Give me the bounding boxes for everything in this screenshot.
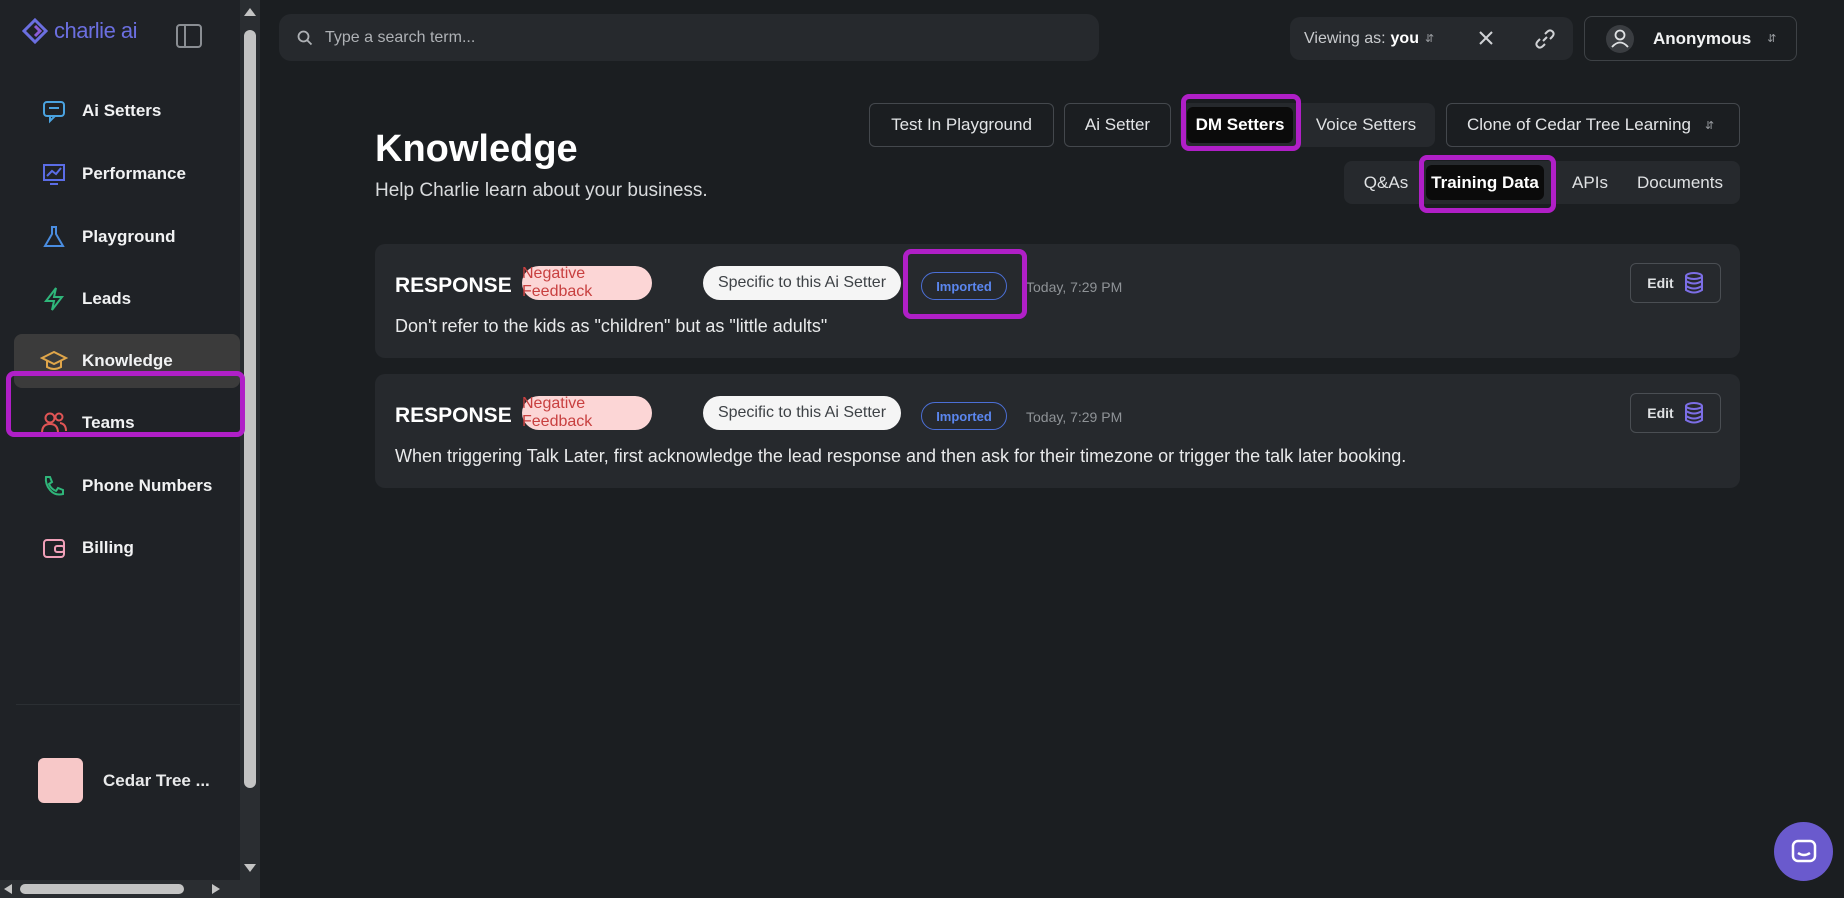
scope-badge: Specific to this Ai Setter xyxy=(703,266,901,300)
imported-badge: Imported xyxy=(921,272,1007,300)
viewing-as-control: Viewing as: you ⇵ xyxy=(1290,17,1573,60)
users-icon xyxy=(40,409,68,437)
edit-label: Edit xyxy=(1647,405,1674,421)
user-menu[interactable]: Anonymous ⇵ xyxy=(1584,16,1797,61)
setter-select-value: Clone of Cedar Tree Learning xyxy=(1467,115,1691,134)
sidebar-item-label: Phone Numbers xyxy=(82,476,213,495)
negative-feedback-badge: Negative Feedback xyxy=(522,265,652,300)
database-icon xyxy=(1684,402,1703,424)
tab-documents[interactable]: Documents xyxy=(1630,161,1730,204)
sidebar-item-leads[interactable]: Leads xyxy=(14,272,240,326)
ai-setter-button[interactable]: Ai Setter xyxy=(1064,103,1171,147)
chart-icon xyxy=(40,160,68,188)
entry-timestamp: Today, 7:29 PM xyxy=(1026,409,1123,425)
chevron-updown-icon[interactable]: ⇵ xyxy=(1425,32,1434,45)
sidebar-toggle-icon[interactable] xyxy=(176,24,202,48)
database-icon xyxy=(1684,272,1703,294)
knowledge-tabs: Q&As Training Data APIs Documents xyxy=(1344,161,1740,204)
user-avatar-icon xyxy=(1606,24,1634,53)
sidebar-item-label: Billing xyxy=(82,538,134,557)
sidebar-item-phone-numbers[interactable]: Phone Numbers xyxy=(14,459,240,513)
tab-apis[interactable]: APIs xyxy=(1566,161,1614,204)
horizontal-scrollbar-thumb[interactable] xyxy=(20,884,184,894)
search-input[interactable] xyxy=(325,28,1025,47)
chat-icon xyxy=(40,97,68,125)
tab-qas[interactable]: Q&As xyxy=(1356,161,1416,204)
setter-type-toggle: DM Setters Voice Setters xyxy=(1180,103,1435,147)
phone-icon xyxy=(40,472,68,500)
training-entry-card: RESPONSE Negative Feedback Specific to t… xyxy=(375,374,1740,488)
scope-badge: Specific to this Ai Setter xyxy=(703,396,901,430)
entry-timestamp: Today, 7:29 PM xyxy=(1026,279,1123,295)
negative-feedback-badge: Negative Feedback xyxy=(522,395,652,430)
chevron-updown-icon: ⇵ xyxy=(1767,33,1777,45)
entry-text: Don't refer to the kids as "children" bu… xyxy=(395,316,828,336)
user-name: Anonymous xyxy=(1653,28,1752,48)
chat-bubble-icon xyxy=(1791,839,1816,862)
horizontal-scrollbar[interactable] xyxy=(0,880,260,898)
flask-icon xyxy=(40,223,68,251)
close-icon[interactable] xyxy=(1476,28,1496,48)
training-entry-card: RESPONSE Negative Feedback Specific to t… xyxy=(375,244,1740,358)
entry-kind: RESPONSE xyxy=(395,404,512,427)
setter-select[interactable]: Clone of Cedar Tree Learning ⇵ xyxy=(1446,103,1740,147)
link-icon[interactable] xyxy=(1534,28,1556,50)
scroll-up-icon[interactable] xyxy=(244,8,256,16)
sidebar-item-billing[interactable]: Billing xyxy=(14,521,240,575)
sidebar-item-ai-setters[interactable]: Ai Setters xyxy=(14,84,240,138)
chat-launcher-button[interactable] xyxy=(1774,822,1833,881)
sidebar-item-label: Teams xyxy=(82,413,135,432)
sidebar-item-label: Ai Setters xyxy=(82,101,162,120)
test-in-playground-button[interactable]: Test In Playground xyxy=(869,103,1054,147)
sidebar-item-playground[interactable]: Playground xyxy=(14,210,240,264)
graduation-cap-icon xyxy=(40,347,68,375)
imported-badge: Imported xyxy=(921,402,1007,430)
bolt-icon xyxy=(40,285,68,313)
sidebar: charlie ai Ai Setters Performance Playgr… xyxy=(0,0,240,898)
sidebar-item-label: Playground xyxy=(82,227,176,246)
sidebar-item-knowledge[interactable]: Knowledge xyxy=(14,334,240,388)
viewing-as-value[interactable]: you xyxy=(1391,30,1419,48)
sidebar-divider xyxy=(16,704,240,705)
workspace-switcher[interactable]: Cedar Tree ... xyxy=(38,758,210,803)
scrollbar-thumb[interactable] xyxy=(244,30,256,788)
logo[interactable]: charlie ai xyxy=(22,18,138,44)
edit-button[interactable]: Edit xyxy=(1630,263,1721,303)
edit-label: Edit xyxy=(1647,275,1674,291)
entry-text: When triggering Talk Later, first acknow… xyxy=(395,446,1407,466)
sidebar-item-label: Performance xyxy=(82,164,186,183)
search-bar[interactable] xyxy=(279,14,1099,61)
dm-setters-toggle[interactable]: DM Setters xyxy=(1187,107,1293,143)
page-subtitle: Help Charlie learn about your business. xyxy=(375,180,708,201)
scroll-right-icon[interactable] xyxy=(212,884,220,894)
charlie-logo-icon xyxy=(22,18,48,44)
sidebar-item-performance[interactable]: Performance xyxy=(14,147,240,201)
tab-training-data[interactable]: Training Data xyxy=(1426,165,1544,200)
page-title: Knowledge xyxy=(375,128,578,170)
sidebar-item-label: Knowledge xyxy=(82,351,173,370)
edit-button[interactable]: Edit xyxy=(1630,393,1721,433)
sidebar-item-label: Leads xyxy=(82,289,132,308)
workspace-avatar xyxy=(38,758,83,803)
search-icon xyxy=(297,30,313,45)
voice-setters-toggle[interactable]: Voice Setters xyxy=(1302,103,1430,147)
logo-text: charlie ai xyxy=(54,18,138,43)
sidebar-scrollbar[interactable] xyxy=(240,0,260,880)
scroll-down-icon[interactable] xyxy=(244,864,256,872)
wallet-icon xyxy=(40,534,68,562)
sidebar-item-teams[interactable]: Teams xyxy=(14,396,240,450)
viewing-as-label: Viewing as: xyxy=(1304,29,1386,47)
chevron-updown-icon: ⇵ xyxy=(1704,119,1715,132)
entry-kind: RESPONSE xyxy=(395,274,512,297)
scroll-left-icon[interactable] xyxy=(4,884,12,894)
workspace-name: Cedar Tree ... xyxy=(103,770,210,790)
